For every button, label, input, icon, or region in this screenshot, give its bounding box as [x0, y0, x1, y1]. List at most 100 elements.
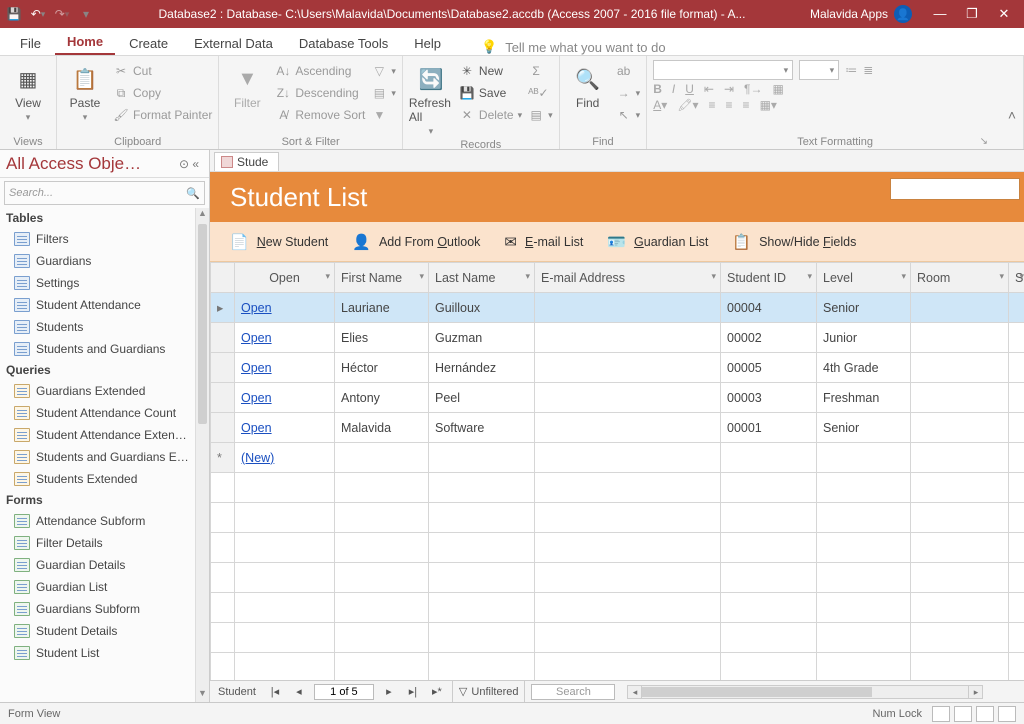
- tab-database-tools[interactable]: Database Tools: [287, 32, 400, 55]
- record-position-input[interactable]: [314, 684, 374, 700]
- bullets-icon[interactable]: ≔: [845, 63, 857, 77]
- column-dropdown-icon[interactable]: ▾: [999, 271, 1004, 282]
- redo-icon[interactable]: ↷▾: [54, 6, 70, 22]
- font-size-combo[interactable]: ▾: [799, 60, 839, 80]
- nav-item[interactable]: Students and Guardians E…: [0, 446, 209, 468]
- table-row[interactable]: OpenAntonyPeel00003Freshman: [211, 383, 1024, 413]
- nav-item[interactable]: Student List: [0, 642, 209, 664]
- column-header[interactable]: Level▾: [817, 263, 911, 293]
- email-list-button[interactable]: ✉E-mail List: [504, 233, 583, 251]
- undo-icon[interactable]: ↶▾: [30, 6, 46, 22]
- column-dropdown-icon[interactable]: ▾: [901, 271, 906, 282]
- nav-item[interactable]: Settings: [0, 272, 209, 294]
- nav-item[interactable]: Student Attendance Exten…: [0, 424, 209, 446]
- column-header[interactable]: Sp▾: [1009, 263, 1024, 293]
- nav-group-forms[interactable]: Forms«: [0, 490, 209, 510]
- more-records-button[interactable]: ▤▾: [528, 104, 553, 126]
- row-selector[interactable]: [211, 413, 235, 443]
- nav-group-queries[interactable]: Queries«: [0, 360, 209, 380]
- find-button[interactable]: 🔍Find: [566, 60, 610, 110]
- dialog-launcher-icon[interactable]: ↘: [980, 136, 988, 147]
- cut-button[interactable]: ✂Cut: [113, 60, 212, 82]
- new-row[interactable]: *(New): [211, 443, 1024, 473]
- save-record-button[interactable]: 💾Save: [459, 82, 522, 104]
- scroll-thumb[interactable]: [198, 224, 207, 424]
- header-search-input[interactable]: [890, 178, 1020, 200]
- font-color-icon[interactable]: A▾: [653, 98, 667, 112]
- indent-decrease-icon[interactable]: ⇤: [704, 82, 714, 96]
- table-row[interactable]: OpenMalavidaSoftware00001Senior: [211, 413, 1024, 443]
- new-student-button[interactable]: 📄New Student: [230, 233, 328, 251]
- toggle-filter-button[interactable]: ▼: [371, 104, 396, 126]
- delete-record-button[interactable]: ✕Delete▾: [459, 104, 522, 126]
- column-dropdown-icon[interactable]: ▾: [807, 271, 812, 282]
- tab-external-data[interactable]: External Data: [182, 32, 285, 55]
- guardian-list-button[interactable]: 🪪Guardian List: [607, 233, 708, 251]
- selection-filter-button[interactable]: ▽▾: [371, 60, 396, 82]
- column-header[interactable]: E-mail Address▾: [535, 263, 721, 293]
- advanced-filter-button[interactable]: ▤▾: [371, 82, 396, 104]
- column-dropdown-icon[interactable]: ▾: [711, 271, 716, 282]
- nav-item[interactable]: Students: [0, 316, 209, 338]
- remove-sort-button[interactable]: A̸Remove Sort: [275, 104, 365, 126]
- nav-item[interactable]: Guardian Details: [0, 554, 209, 576]
- column-header[interactable]: Open▾: [235, 263, 335, 293]
- qat-customize-icon[interactable]: ▾: [78, 6, 94, 22]
- copy-button[interactable]: ⧉Copy: [113, 82, 212, 104]
- show-hide-fields-button[interactable]: 📋Show/Hide Fields: [732, 233, 856, 251]
- row-selector[interactable]: [211, 323, 235, 353]
- nav-item[interactable]: Attendance Subform: [0, 510, 209, 532]
- nav-item[interactable]: Guardians Extended: [0, 380, 209, 402]
- nav-item[interactable]: Filters: [0, 228, 209, 250]
- datasheet-view-button[interactable]: [954, 706, 972, 722]
- align-left-icon[interactable]: ≡: [709, 98, 716, 112]
- open-link-cell[interactable]: Open: [235, 383, 335, 413]
- nav-header[interactable]: All Access Obje… ⊙ «: [0, 150, 209, 178]
- select-all-header[interactable]: [211, 263, 235, 293]
- next-record-button[interactable]: ▸: [380, 685, 398, 698]
- column-dropdown-icon[interactable]: ▾: [419, 271, 424, 282]
- horizontal-scrollbar[interactable]: ◂▸: [627, 685, 983, 699]
- align-center-icon[interactable]: ≡: [726, 98, 733, 112]
- nav-scrollbar[interactable]: ▲ ▼: [195, 208, 209, 702]
- numbered-icon[interactable]: ≣: [863, 63, 873, 77]
- nav-item[interactable]: Students Extended: [0, 468, 209, 490]
- filter-indicator[interactable]: ▽Unfiltered: [452, 681, 526, 702]
- indent-increase-icon[interactable]: ⇥: [724, 82, 734, 96]
- nav-item[interactable]: Guardian List: [0, 576, 209, 598]
- scroll-up-icon[interactable]: ▲: [196, 208, 209, 222]
- descending-button[interactable]: Z↓Descending: [275, 82, 365, 104]
- bold-icon[interactable]: B: [653, 82, 662, 96]
- design-view-button[interactable]: [998, 706, 1016, 722]
- form-view-button[interactable]: [932, 706, 950, 722]
- open-link-cell[interactable]: Open: [235, 293, 335, 323]
- gridlines-icon[interactable]: ▦▾: [760, 98, 777, 112]
- column-dropdown-icon[interactable]: ▾: [325, 271, 330, 282]
- refresh-all-button[interactable]: 🔄Refresh All▾: [409, 60, 453, 137]
- tab-home[interactable]: Home: [55, 30, 115, 55]
- select-button[interactable]: ↖▾: [616, 104, 641, 126]
- filter-button[interactable]: ▼Filter: [225, 60, 269, 110]
- tell-me-search[interactable]: 💡 Tell me what you want to do: [481, 39, 1016, 55]
- italic-icon[interactable]: I: [672, 82, 675, 96]
- document-tab-student-list[interactable]: Stude: [214, 152, 279, 171]
- restore-button[interactable]: ❐: [958, 6, 986, 22]
- row-selector[interactable]: [211, 353, 235, 383]
- fill-icon[interactable]: ▦: [772, 82, 783, 96]
- column-header[interactable]: Last Name▾: [429, 263, 535, 293]
- nav-item[interactable]: Guardians Subform: [0, 598, 209, 620]
- close-button[interactable]: ✕: [990, 6, 1018, 22]
- chevron-down-icon[interactable]: ⊙ «: [179, 157, 203, 171]
- nav-item[interactable]: Student Attendance Count: [0, 402, 209, 424]
- row-selector[interactable]: ▸: [211, 293, 235, 323]
- last-record-button[interactable]: ▸|: [404, 685, 422, 698]
- column-header[interactable]: Room▾: [911, 263, 1009, 293]
- new-record-nav-button[interactable]: ▸*: [428, 685, 446, 698]
- column-dropdown-icon[interactable]: ▾: [1019, 271, 1024, 282]
- tab-file[interactable]: File: [8, 32, 53, 55]
- tab-create[interactable]: Create: [117, 32, 180, 55]
- align-right-icon[interactable]: ≡: [743, 98, 750, 112]
- row-selector[interactable]: [211, 383, 235, 413]
- nav-item[interactable]: Filter Details: [0, 532, 209, 554]
- nav-search[interactable]: Search... 🔍: [4, 181, 205, 205]
